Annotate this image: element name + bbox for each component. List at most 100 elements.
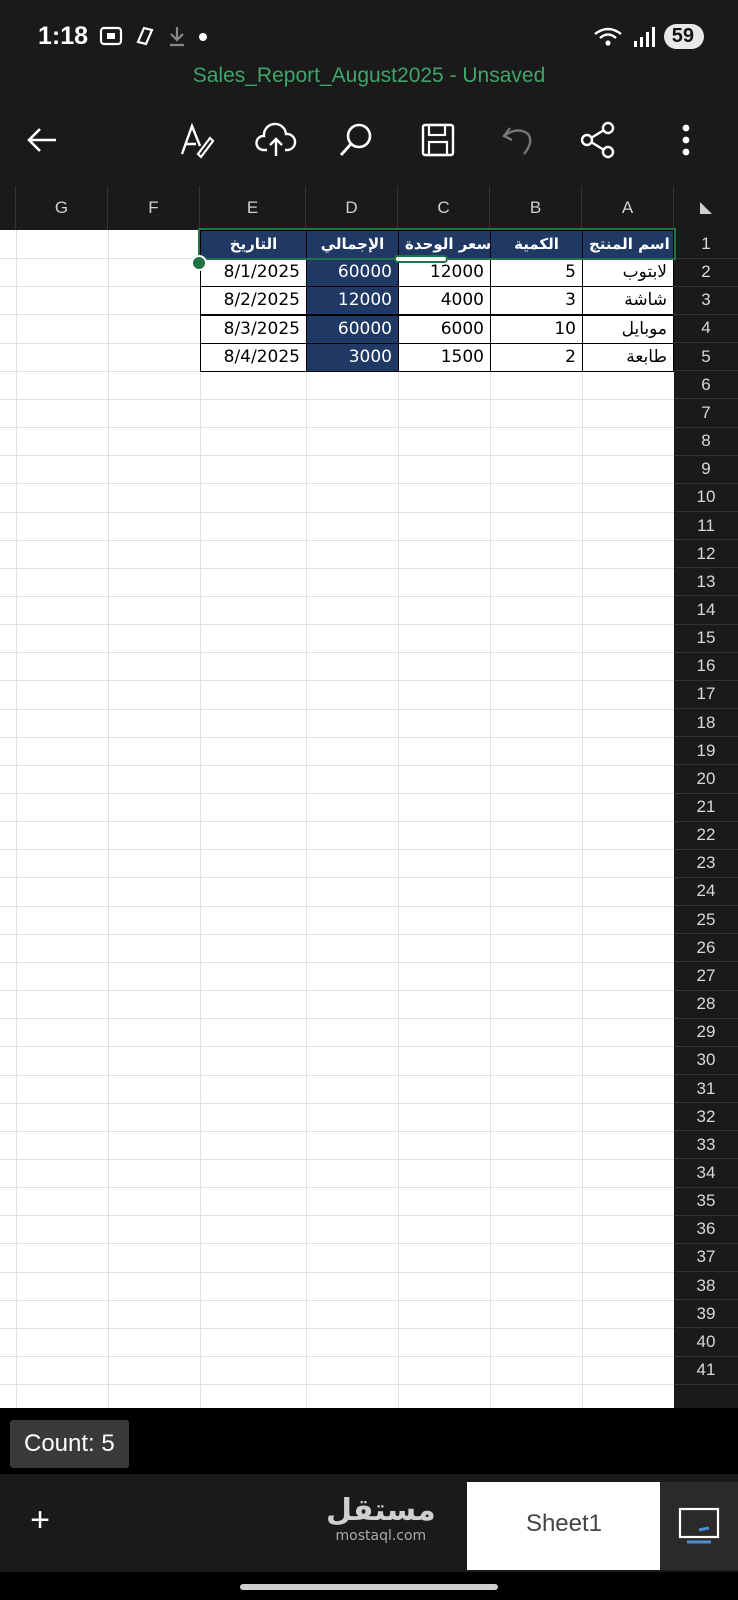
row-header-36[interactable]: 36	[674, 1215, 738, 1244]
cloud-upload-icon[interactable]	[254, 118, 298, 162]
cell-c4[interactable]: 6000	[398, 315, 491, 344]
cell-d3[interactable]: 12000	[306, 286, 399, 315]
row-header-23[interactable]: 23	[674, 849, 738, 878]
row-header-38[interactable]: 38	[674, 1272, 738, 1301]
grid-row-line	[0, 595, 674, 597]
spreadsheet-grid[interactable]: G F E D C B A 1 2 3 4 5 6 7 8 9 10 11 12 13 14 15 16 17 1…	[0, 186, 738, 1408]
row-header-25[interactable]: 25	[674, 906, 738, 935]
row-header-39[interactable]: 39	[674, 1300, 738, 1329]
row-header-11[interactable]: 11	[674, 512, 738, 541]
cell-e2[interactable]: 8/1/2025	[200, 258, 307, 287]
cell-d2[interactable]: 60000	[306, 258, 399, 287]
cell-e3[interactable]: 8/2/2025	[200, 286, 307, 315]
count-indicator[interactable]: Count: 5	[10, 1420, 129, 1468]
row-header-3[interactable]: 3	[674, 286, 738, 315]
row-header-16[interactable]: 16	[674, 652, 738, 681]
header-cell-quantity[interactable]: الكمية	[490, 230, 583, 259]
undo-icon[interactable]	[496, 118, 540, 162]
status-icons-right: 59	[592, 24, 704, 49]
column-header-d[interactable]: D	[306, 186, 398, 230]
row-header-1[interactable]: 1	[674, 230, 738, 259]
row-header-15[interactable]: 15	[674, 624, 738, 653]
share-icon[interactable]	[576, 118, 620, 162]
row-header-10[interactable]: 10	[674, 483, 738, 513]
row-header-31[interactable]: 31	[674, 1075, 738, 1104]
header-cell-product-name[interactable]: اسم المنتج	[582, 230, 674, 259]
row-header-4[interactable]: 4	[674, 314, 738, 344]
row-header-5[interactable]: 5	[674, 343, 738, 372]
column-header-e[interactable]: E	[200, 186, 306, 230]
row-header-24[interactable]: 24	[674, 877, 738, 907]
row-header-2[interactable]: 2	[674, 258, 738, 287]
selection-handle-end[interactable]	[394, 255, 448, 263]
row-header-27[interactable]: 27	[674, 962, 738, 991]
cell-a2[interactable]: لابتوب	[582, 258, 674, 287]
watermark-arabic: مستقل	[326, 1493, 436, 1528]
row-header-29[interactable]: 29	[674, 1018, 738, 1047]
header-cell-date[interactable]: التاريخ	[200, 230, 307, 259]
row-header-40[interactable]: 40	[674, 1328, 738, 1357]
cell-c3[interactable]: 4000	[398, 286, 491, 315]
column-header-c[interactable]: C	[398, 186, 490, 230]
row-header-26[interactable]: 26	[674, 934, 738, 963]
row-header-14[interactable]: 14	[674, 596, 738, 625]
row-header-41[interactable]: 41	[674, 1356, 738, 1385]
row-header-19[interactable]: 19	[674, 737, 738, 766]
row-header-30[interactable]: 30	[674, 1046, 738, 1076]
cell-b2[interactable]: 5	[490, 258, 583, 287]
row-header-35[interactable]: 35	[674, 1187, 738, 1216]
column-header-f[interactable]: F	[108, 186, 200, 230]
row-header-8[interactable]: 8	[674, 427, 738, 456]
cell-a5[interactable]: طابعة	[582, 343, 674, 372]
cell-b5[interactable]: 2	[490, 343, 583, 372]
grid-row-line	[0, 1074, 674, 1076]
cell-b4[interactable]: 10	[490, 315, 583, 344]
sheet-tab-sheet1[interactable]: Sheet1	[467, 1482, 661, 1570]
selection-handle-start[interactable]	[191, 255, 207, 271]
row-header-17[interactable]: 17	[674, 680, 738, 710]
add-sheet-button[interactable]: +	[20, 1500, 60, 1540]
grid-row-line	[0, 427, 674, 429]
select-all-corner[interactable]	[674, 186, 738, 230]
cell-e5[interactable]: 8/4/2025	[200, 343, 307, 372]
row-header-33[interactable]: 33	[674, 1131, 738, 1160]
cell-area[interactable]	[0, 230, 674, 1408]
select-all-icon	[700, 202, 712, 214]
row-header-18[interactable]: 18	[674, 709, 738, 738]
status-icons-left	[98, 24, 210, 48]
cell-b3[interactable]: 3	[490, 286, 583, 315]
row-header-6[interactable]: 6	[674, 371, 738, 400]
save-icon[interactable]	[416, 118, 460, 162]
cell-d5[interactable]: 3000	[306, 343, 399, 372]
row-header-12[interactable]: 12	[674, 540, 738, 569]
grid-column-line	[490, 230, 491, 1408]
row-header-9[interactable]: 9	[674, 455, 738, 484]
back-arrow-icon[interactable]	[20, 118, 64, 162]
text-format-icon[interactable]	[174, 118, 218, 162]
column-header-g[interactable]: G	[16, 186, 108, 230]
cell-a3[interactable]: شاشة	[582, 286, 674, 315]
cell-e4[interactable]: 8/3/2025	[200, 315, 307, 344]
header-cell-total[interactable]: الإجمالي	[306, 230, 399, 259]
search-icon[interactable]	[334, 118, 378, 162]
sheet-view-icon[interactable]	[660, 1482, 738, 1570]
row-header-13[interactable]: 13	[674, 568, 738, 597]
row-header-34[interactable]: 34	[674, 1159, 738, 1188]
column-header-a[interactable]: A	[582, 186, 674, 230]
cell-a4[interactable]: موبايل	[582, 315, 674, 344]
more-options-icon[interactable]	[664, 118, 708, 162]
row-header-37[interactable]: 37	[674, 1243, 738, 1273]
cell-c5[interactable]: 1500	[398, 343, 491, 372]
copilot-icon	[136, 26, 154, 46]
row-header-28[interactable]: 28	[674, 990, 738, 1019]
column-header-b[interactable]: B	[490, 186, 582, 230]
row-header-21[interactable]: 21	[674, 793, 738, 822]
row-header-32[interactable]: 32	[674, 1103, 738, 1132]
row-header-20[interactable]: 20	[674, 765, 738, 794]
grid-row-line	[0, 1046, 674, 1048]
row-header-7[interactable]: 7	[674, 399, 738, 428]
row-header-22[interactable]: 22	[674, 821, 738, 850]
grid-column-line	[200, 230, 201, 1408]
cell-d4[interactable]: 60000	[306, 315, 399, 344]
home-gesture-bar[interactable]	[240, 1584, 498, 1590]
